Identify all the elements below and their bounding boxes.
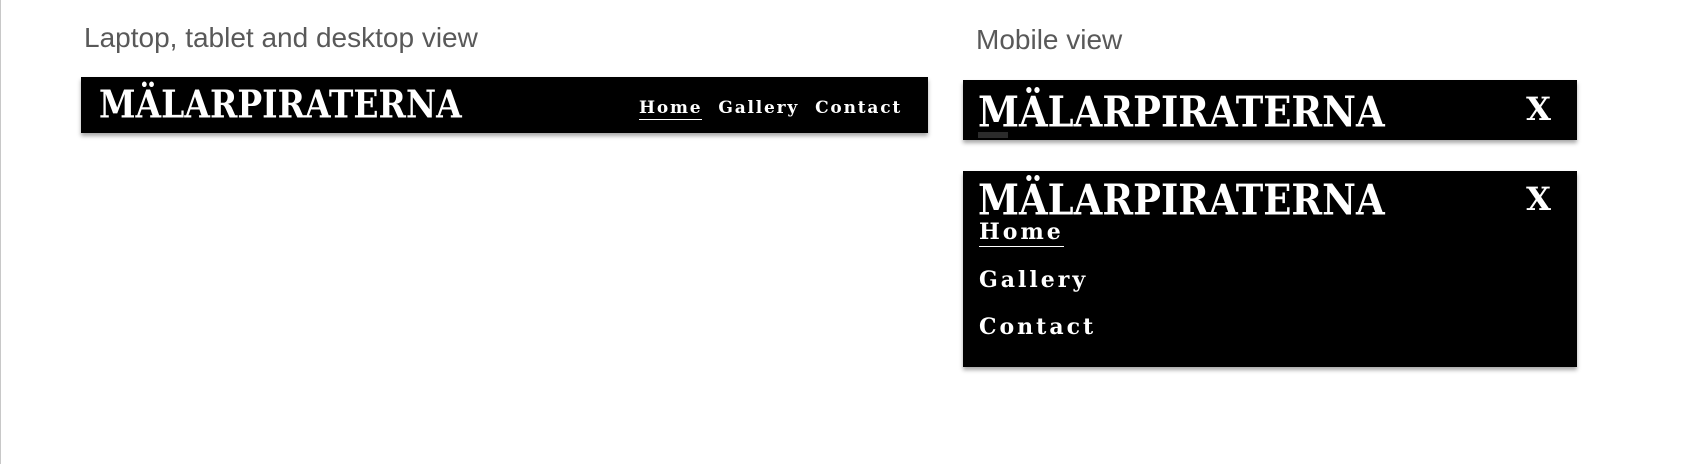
nav-link-gallery[interactable]: Gallery: [718, 98, 799, 120]
mobile-navbar-collapsed: MÄLARPIRATERNA X: [963, 80, 1577, 140]
close-icon[interactable]: X: [1526, 183, 1551, 215]
mobile-view-label: Mobile view: [976, 24, 1123, 55]
desktop-view-label: Laptop, tablet and desktop view: [84, 22, 478, 53]
mobile-navbar-expanded: MÄLARPIRATERNA X Home Gallery Contact: [963, 171, 1577, 367]
canvas-left-border: [0, 0, 1, 464]
nav-link-home[interactable]: Home: [979, 221, 1064, 247]
brand-logo[interactable]: MÄLARPIRATERNA: [99, 82, 462, 127]
nav-link-gallery[interactable]: Gallery: [979, 269, 1088, 294]
desktop-navbar: MÄLARPIRATERNA Home Gallery Contact: [81, 77, 928, 133]
brand-logo[interactable]: MÄLARPIRATERNA: [978, 86, 1385, 137]
nav-link-contact[interactable]: Contact: [815, 98, 902, 120]
brand-logo[interactable]: MÄLARPIRATERNA: [978, 174, 1385, 225]
desktop-nav-links: Home Gallery Contact: [638, 98, 902, 120]
hidden-menu-peek: [978, 132, 1008, 138]
mobile-nav-links: Home Gallery Contact: [979, 221, 1096, 341]
nav-link-contact[interactable]: Contact: [979, 316, 1096, 341]
close-icon[interactable]: X: [1526, 93, 1551, 125]
nav-link-home[interactable]: Home: [638, 98, 703, 120]
